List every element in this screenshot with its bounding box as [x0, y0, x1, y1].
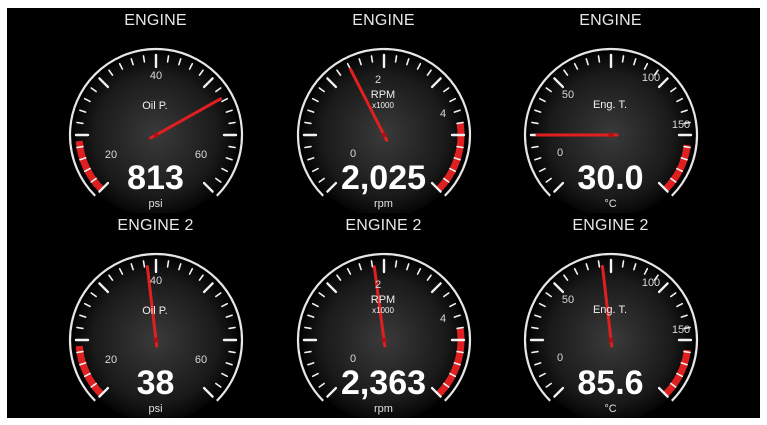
gauge-needle-hub — [381, 337, 387, 343]
gauge-subname: x1000 — [372, 306, 394, 315]
gauge-engine2-rpm[interactable]: ENGINE 2 RPM x1000 0 2 4 2,363 rpm — [267, 213, 500, 418]
gauge-tick — [456, 121, 464, 125]
tick-label: 2 — [374, 74, 382, 86]
gauge-needle-hub — [153, 132, 159, 138]
gauge-tick — [166, 55, 170, 63]
dashboard-screen: ENGINE Oil P. 40 20 60 813 psi ENGINE RP… — [7, 8, 760, 418]
gauge-tick — [531, 145, 539, 149]
gauge-tick — [76, 326, 84, 330]
gauge-needle-hub — [381, 132, 387, 138]
tick-label: 150 — [671, 119, 691, 131]
gauge-tick — [304, 326, 312, 330]
tick-label: 100 — [641, 277, 661, 289]
gauge-name: Oil P. — [142, 100, 168, 112]
tick-label: 40 — [149, 275, 163, 287]
tick-label: 50 — [561, 89, 575, 101]
tick-label: 2 — [374, 279, 382, 291]
gauge-engine2-oil-pressure[interactable]: ENGINE 2 Oil P. 40 20 60 38 psi — [39, 213, 272, 418]
gauge-tick — [683, 350, 691, 354]
tick-label: 60 — [194, 149, 208, 161]
gauge-tick — [621, 55, 625, 63]
gauge-tick — [228, 326, 236, 330]
gauge-tick — [142, 260, 146, 268]
tick-label: 100 — [641, 72, 661, 84]
gauge-tick — [531, 121, 539, 125]
gauge-name: RPM — [370, 294, 396, 306]
gauge-value: 85.6 — [577, 364, 644, 402]
tick-label: 20 — [104, 149, 118, 161]
gauge-tick — [683, 145, 691, 149]
gauge-name: RPM — [370, 89, 396, 101]
gauge-tick — [228, 145, 236, 149]
tick-label: 0 — [556, 352, 564, 364]
gauge-engine2-temperature[interactable]: ENGINE 2 Eng. T. 0 50 100 150 85.6 °C — [494, 213, 727, 418]
gauge-tick — [142, 55, 146, 63]
gauge-tick — [228, 121, 236, 125]
gauge-engine-oil-pressure[interactable]: ENGINE Oil P. 40 20 60 813 psi — [39, 8, 272, 213]
gauge-tick — [456, 350, 464, 354]
gauge-tick — [597, 55, 601, 63]
gauge-engine-rpm[interactable]: ENGINE RPM x1000 0 2 4 2,025 rpm — [267, 8, 500, 213]
tick-label: 50 — [561, 294, 575, 306]
tick-label: 4 — [439, 108, 447, 120]
tick-label: 20 — [104, 354, 118, 366]
gauge-needle-hub — [608, 132, 614, 138]
gauge-tick — [304, 350, 312, 354]
gauge-tick — [394, 260, 398, 268]
gauge-tick — [456, 326, 464, 330]
tick-label: 0 — [556, 147, 564, 159]
gauge-unit: psi — [148, 198, 163, 210]
gauge-value: 2,025 — [340, 159, 427, 197]
tick-label: 4 — [439, 313, 447, 325]
gauge-needle-hub — [608, 337, 614, 343]
tick-label: 150 — [671, 324, 691, 336]
gauge-name: Eng. T. — [592, 99, 628, 111]
gauge-tick — [304, 121, 312, 125]
gauge-name: Eng. T. — [592, 304, 628, 316]
gauge-tick — [304, 145, 312, 149]
gauge-tick — [531, 326, 539, 330]
gauge-unit: psi — [148, 403, 163, 415]
gauge-tick — [456, 145, 464, 149]
gauge-unit: rpm — [374, 403, 393, 415]
tick-label: 40 — [149, 70, 163, 82]
gauge-tick — [531, 350, 539, 354]
tick-label: 60 — [194, 354, 208, 366]
gauge-unit: °C — [604, 403, 617, 415]
gauge-tick — [228, 350, 236, 354]
gauge-subname: x1000 — [372, 101, 394, 110]
gauge-tick — [76, 145, 84, 149]
gauge-tick — [166, 260, 170, 268]
gauge-tick — [370, 55, 374, 63]
gauge-tick — [597, 260, 601, 268]
gauge-tick — [76, 350, 84, 354]
gauge-value: 2,363 — [340, 364, 427, 402]
gauge-unit: rpm — [374, 198, 393, 210]
gauge-value: 813 — [127, 159, 184, 197]
gauge-unit: °C — [604, 198, 617, 210]
gauge-engine-temperature[interactable]: ENGINE Eng. T. 0 50 100 150 30.0 °C — [494, 8, 727, 213]
gauge-tick — [370, 260, 374, 268]
gauge-tick — [76, 121, 84, 125]
gauge-tick — [621, 260, 625, 268]
gauge-value: 38 — [136, 364, 175, 402]
gauge-needle-hub — [153, 337, 159, 343]
gauge-value: 30.0 — [577, 159, 644, 197]
gauge-tick — [394, 55, 398, 63]
gauge-name: Oil P. — [142, 305, 168, 317]
